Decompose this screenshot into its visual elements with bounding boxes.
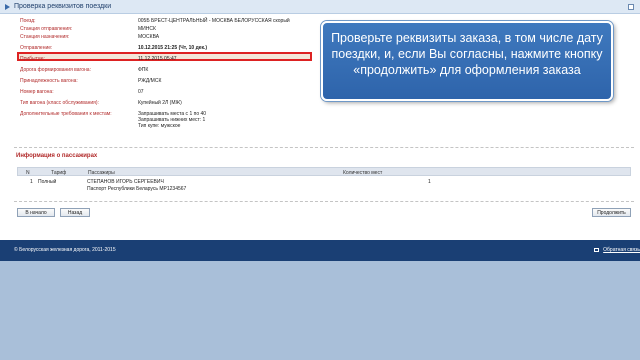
detail-value: Запрашивать места с 1 по 40 Запрашивать … [138,111,206,129]
divider [14,147,634,148]
detail-value: РЖД/МСК [138,78,162,84]
detail-row-arrival: Прибытие: 11.12.2015 05:47 [17,55,317,63]
cell-document: Паспорт Республики Беларусь МР1234567 [87,186,187,192]
detail-label: Тип вагона (класс обслуживания): [20,100,99,106]
continue-button[interactable]: Продолжить [592,208,631,217]
detail-label: Дорога формирования вагона: [20,67,91,73]
detail-value: МОСКВА [138,34,160,40]
title-bar: Проверка реквизитов поездки [0,0,640,14]
detail-value: МИНСК [138,26,156,32]
detail-row-owner: Принадлежность вагона: РЖД/МСК [17,77,317,85]
back-button[interactable]: Назад [60,208,90,217]
detail-label: Станция отправления: [20,26,73,32]
arrow-icon [4,3,10,10]
detail-row-railway: Дорога формирования вагона: ФПК [17,66,317,74]
passengers-section-title: Информация о пассажирах [16,153,98,159]
detail-row-departure-station: Станция отправления: МИНСК [17,25,317,33]
detail-label: Прибытие: [20,56,45,62]
divider [14,201,634,202]
table-header: N Тариф Пассажиры Количество мест [17,167,631,176]
detail-row-arrival-station: Станция назначения: МОСКВА [17,33,317,41]
trip-details: Поезд: 005Б БРЕСТ-ЦЕНТРАЛЬНЫЙ - МОСКВА Б… [17,17,317,130]
requirement-line: Тип купе: мужское [138,123,181,129]
detail-value: 10.12.2015 21:25 (Чт, 10 дек.) [138,45,208,51]
detail-value: 07 [138,89,144,95]
footer-copyright: © Белорусская железная дорога, 2011-2015 [14,247,116,253]
detail-label: Принадлежность вагона: [20,78,78,84]
detail-label: Поезд: [20,18,36,24]
detail-row-car-number: Номер вагона: 07 [17,88,317,96]
detail-label: Дополнительные требования к местам: [20,111,112,117]
cell-seats: 1 [428,179,431,185]
detail-row-departure: Отправление: 10.12.2015 21:25 (Чт, 10 де… [17,44,317,52]
detail-value: Купейный 2Л (МЖ) [138,100,182,106]
cell-n: 1 [30,179,33,185]
feedback-label[interactable]: Обратная связь [603,247,640,253]
detail-label: Станция назначения: [20,34,70,40]
envelope-icon [594,248,600,252]
window-icon[interactable] [628,4,634,10]
cell-tariff: Полный [38,179,57,185]
detail-label: Отправление: [20,45,53,51]
hint-tooltip: Проверьте реквизиты заказа, в том числе … [321,21,613,101]
footer: © Белорусская железная дорога, 2011-2015… [0,240,640,261]
detail-row-requirements: Дополнительные требования к местам: Запр… [17,110,317,130]
passengers-table: N Тариф Пассажиры Количество мест 1 Полн… [17,167,631,192]
detail-value: ФПК [138,67,149,73]
page-content: Проверка реквизитов поездки Поезд: 005Б … [0,0,640,240]
feedback-link[interactable]: Обратная связь [594,247,640,253]
table-row: 1 Полный СТЕПАНОВ ИГОРЬ СЕРГЕЕВИЧ Паспор… [17,176,631,192]
detail-label: Номер вагона: [20,89,54,95]
detail-value: 11.12.2015 05:47 [138,56,177,62]
start-button[interactable]: В начало [17,208,55,217]
detail-value: 005Б БРЕСТ-ЦЕНТРАЛЬНЫЙ - МОСКВА БЕЛОРУСС… [138,18,290,24]
detail-row-car-type: Тип вагона (класс обслуживания): Купейны… [17,99,317,107]
cell-name: СТЕПАНОВ ИГОРЬ СЕРГЕЕВИЧ [87,179,164,185]
detail-row-train: Поезд: 005Б БРЕСТ-ЦЕНТРАЛЬНЫЙ - МОСКВА Б… [17,17,317,25]
page-title: Проверка реквизитов поездки [14,3,112,10]
